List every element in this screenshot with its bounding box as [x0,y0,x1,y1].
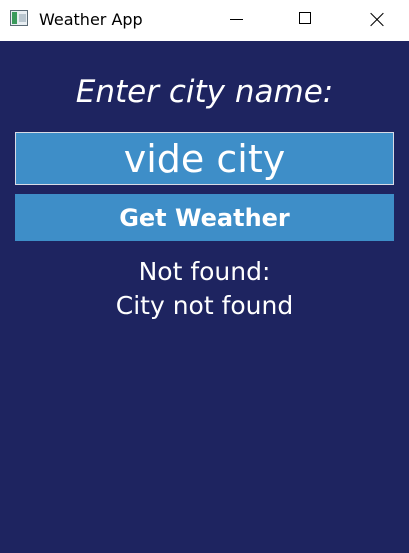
title-bar[interactable]: Weather App [0,0,409,41]
result-message: City not found [115,291,294,320]
minimize-button[interactable] [213,0,259,41]
result-status: Not found: [138,257,271,286]
maximize-button[interactable] [283,0,329,41]
app-window-icon [10,10,28,26]
city-input[interactable] [15,132,394,185]
result-area: Not found: City not found [0,255,409,323]
get-weather-button[interactable]: Get Weather [15,194,394,241]
close-button[interactable] [353,0,399,41]
city-prompt-label: Enter city name: [75,74,334,110]
main-panel: Enter city name: Get Weather Not found: … [0,41,409,553]
app-window: Weather App Enter city name: Get Weather… [0,0,409,553]
window-title: Weather App [39,10,143,29]
